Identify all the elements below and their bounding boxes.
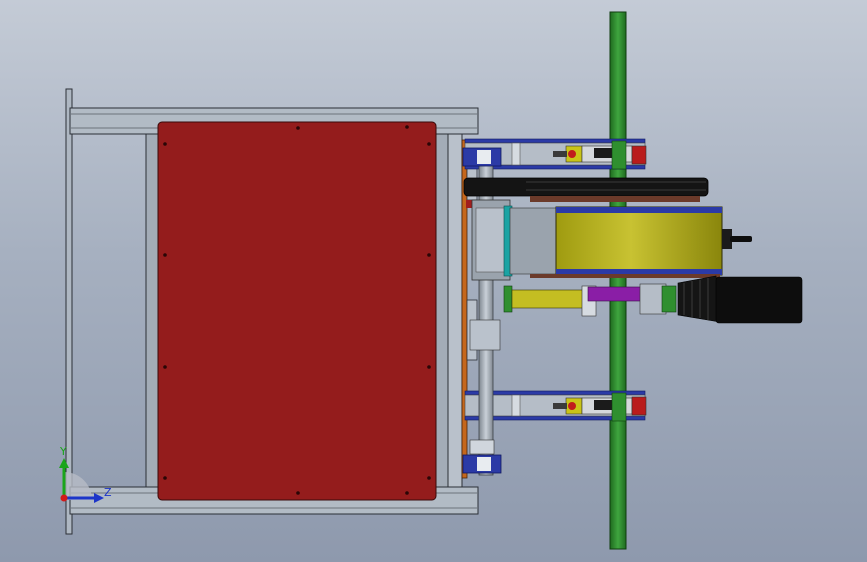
gearbox-housing [471,199,559,281]
axis-y-label: Y [59,445,67,458]
main-motor[interactable] [530,206,752,278]
cylinder-link [503,285,597,317]
green-guide-rail[interactable] [609,11,627,550]
red-panel [157,121,437,501]
cad-viewport[interactable]: Y Z [0,0,867,562]
frame-right-post [435,133,449,488]
cover-panel[interactable] [157,121,437,501]
axis-z-label: Z [104,486,112,499]
frame-left-post [145,133,159,488]
drive-belt [463,177,709,202]
frame-right-post-inner [447,133,463,488]
